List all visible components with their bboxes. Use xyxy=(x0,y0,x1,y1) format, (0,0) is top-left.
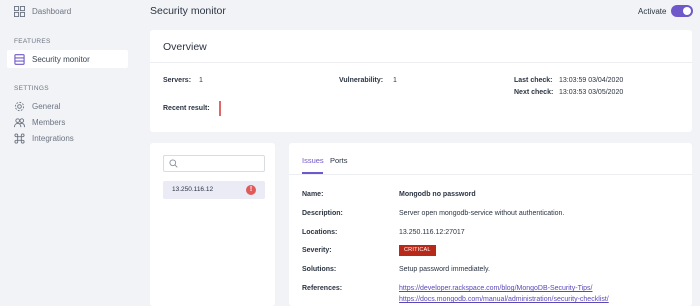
reference-link[interactable]: https://developer.rackspace.com/blog/Mon… xyxy=(399,285,593,292)
search-input[interactable] xyxy=(163,155,265,172)
description-value: Server open mongodb-service without auth… xyxy=(399,210,565,217)
last-check-label: Last check: xyxy=(514,77,553,84)
severity-badge: CRITICAL xyxy=(399,245,436,256)
sidebar-item-label: Integrations xyxy=(32,134,74,143)
issue-detail-card: Issues Ports Name: Mongodb no password D… xyxy=(289,143,692,306)
members-icon xyxy=(14,118,25,128)
overview-card: Overview Servers: 1 Vulnerability: 1 Las… xyxy=(150,30,692,132)
sidebar-item-label: Security monitor xyxy=(32,55,90,64)
locations-value: 13.250.116.12:27017 xyxy=(399,229,465,236)
recent-result-label: Recent result: xyxy=(163,105,210,112)
page-title: Security monitor xyxy=(150,5,226,17)
locations-label: Locations: xyxy=(302,229,338,236)
server-icon xyxy=(14,54,25,65)
servers-value: 1 xyxy=(199,77,203,84)
server-ip: 13.250.116.12 xyxy=(172,186,214,193)
sidebar-item-label: Dashboard xyxy=(32,7,72,16)
sidebar-item-dashboard[interactable]: Dashboard xyxy=(14,6,71,17)
alert-icon: ! xyxy=(246,185,256,195)
activate-label: Activate xyxy=(638,7,667,16)
overview-title: Overview xyxy=(163,41,207,53)
solutions-value: Setup password immediately. xyxy=(399,266,490,273)
name-value: Mongodb no password xyxy=(399,191,476,198)
tabs-divider xyxy=(289,174,692,175)
tab-issues[interactable]: Issues xyxy=(302,156,324,165)
search-icon xyxy=(169,159,178,168)
gear-icon xyxy=(14,101,25,112)
toggle-knob xyxy=(683,7,691,15)
next-check-label: Next check: xyxy=(514,89,554,96)
command-icon xyxy=(14,133,25,144)
reference-link[interactable]: https://docs.mongodb.com/manual/administ… xyxy=(399,296,609,303)
vulnerability-value: 1 xyxy=(393,77,397,84)
next-check-value: 13:03:53 03/05/2020 xyxy=(559,89,624,96)
features-heading: FEATURES xyxy=(14,38,51,45)
sidebar-item-label: Members xyxy=(32,118,66,127)
solutions-label: Solutions: xyxy=(302,266,337,273)
sidebar: Dashboard FEATURES Security monitor SETT… xyxy=(0,0,138,306)
severity-label: Severity: xyxy=(302,247,332,254)
sidebar-item-general[interactable]: General xyxy=(14,101,60,112)
recent-result-bar xyxy=(219,101,221,116)
overview-divider xyxy=(150,62,692,63)
sidebar-item-label: General xyxy=(32,102,61,111)
tab-ports[interactable]: Ports xyxy=(330,156,348,165)
description-label: Description: xyxy=(302,210,343,217)
server-list-card: 13.250.116.12 ! xyxy=(150,143,275,306)
activate-toggle[interactable] xyxy=(671,5,693,17)
dashboard-icon xyxy=(14,6,25,17)
references-label: References: xyxy=(302,285,343,292)
sidebar-item-members[interactable]: Members xyxy=(14,117,65,128)
sidebar-item-security-monitor[interactable]: Security monitor xyxy=(7,50,128,68)
vulnerability-label: Vulnerability: xyxy=(339,77,384,84)
settings-heading: SETTINGS xyxy=(14,85,49,92)
servers-label: Servers: xyxy=(163,77,192,84)
last-check-value: 13:03:59 03/04/2020 xyxy=(559,77,624,84)
sidebar-item-integrations[interactable]: Integrations xyxy=(14,133,74,144)
name-label: Name: xyxy=(302,191,324,198)
list-item[interactable]: 13.250.116.12 ! xyxy=(163,181,265,199)
